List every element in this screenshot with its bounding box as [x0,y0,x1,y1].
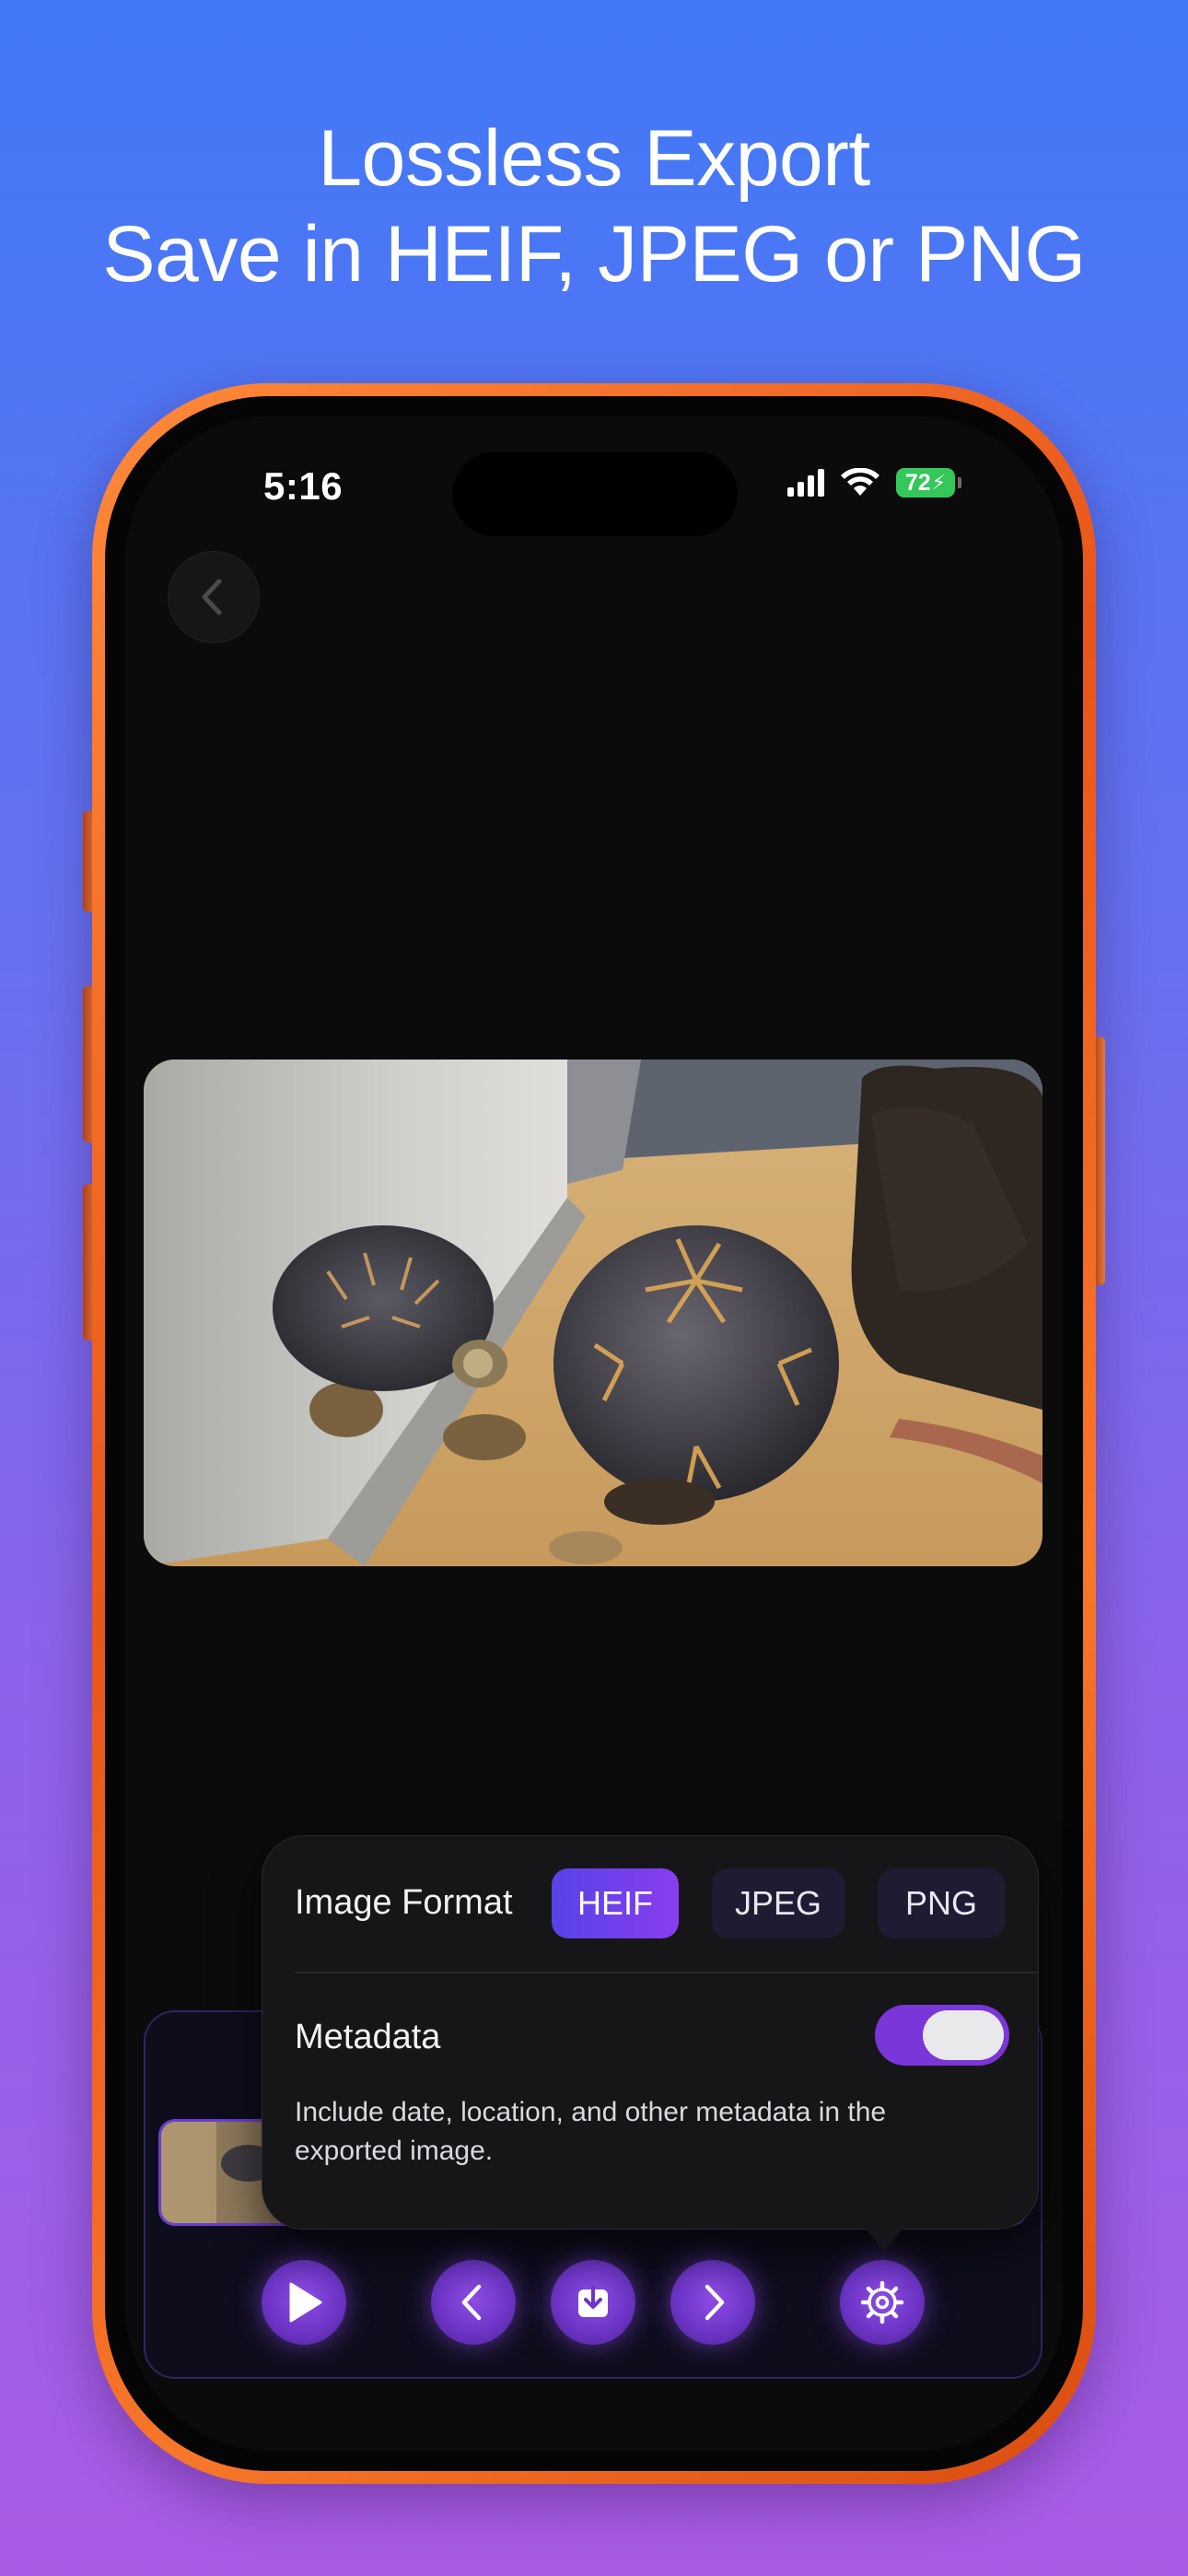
cellular-signal-icon [787,469,824,497]
format-option-png[interactable]: PNG [878,1868,1005,1938]
preview-image [144,1060,1042,1566]
play-icon [289,2282,322,2323]
settings-button[interactable] [840,2260,925,2345]
metadata-description: Include date, location, and other metada… [295,2097,887,2166]
dynamic-island [452,451,738,536]
format-option-jpeg[interactable]: JPEG [712,1868,844,1938]
next-frame-button[interactable] [670,2260,755,2345]
back-button[interactable] [168,551,260,643]
play-button[interactable] [262,2260,346,2345]
headline: Lossless Export Save in HEIF, JPEG or PN… [0,111,1188,302]
status-icons: 72 ⚡ [787,468,961,498]
headline-line-2: Save in HEIF, JPEG or PNG [102,210,1086,299]
chevron-left-icon [202,579,222,615]
chevron-right-icon [705,2284,725,2321]
save-frame-button[interactable] [551,2260,635,2345]
battery-level: 72 [904,469,931,496]
battery-indicator: 72 ⚡ [896,468,961,498]
download-icon [578,2286,608,2317]
wifi-icon [841,468,879,496]
previous-frame-button[interactable] [431,2260,516,2345]
format-option-heif[interactable]: HEIF [552,1868,679,1938]
toggle-knob [923,2010,1004,2060]
metadata-label: Metadata [295,2018,441,2056]
popup-divider [295,1972,1039,1973]
status-time: 5:16 [263,464,344,508]
headline-line-1: Lossless Export [318,114,870,203]
image-format-label: Image Format [295,1883,513,1922]
chevron-left-icon [461,2284,482,2321]
popup-tail [862,2224,906,2252]
gear-icon [860,2280,904,2324]
metadata-toggle[interactable] [875,2005,1009,2066]
